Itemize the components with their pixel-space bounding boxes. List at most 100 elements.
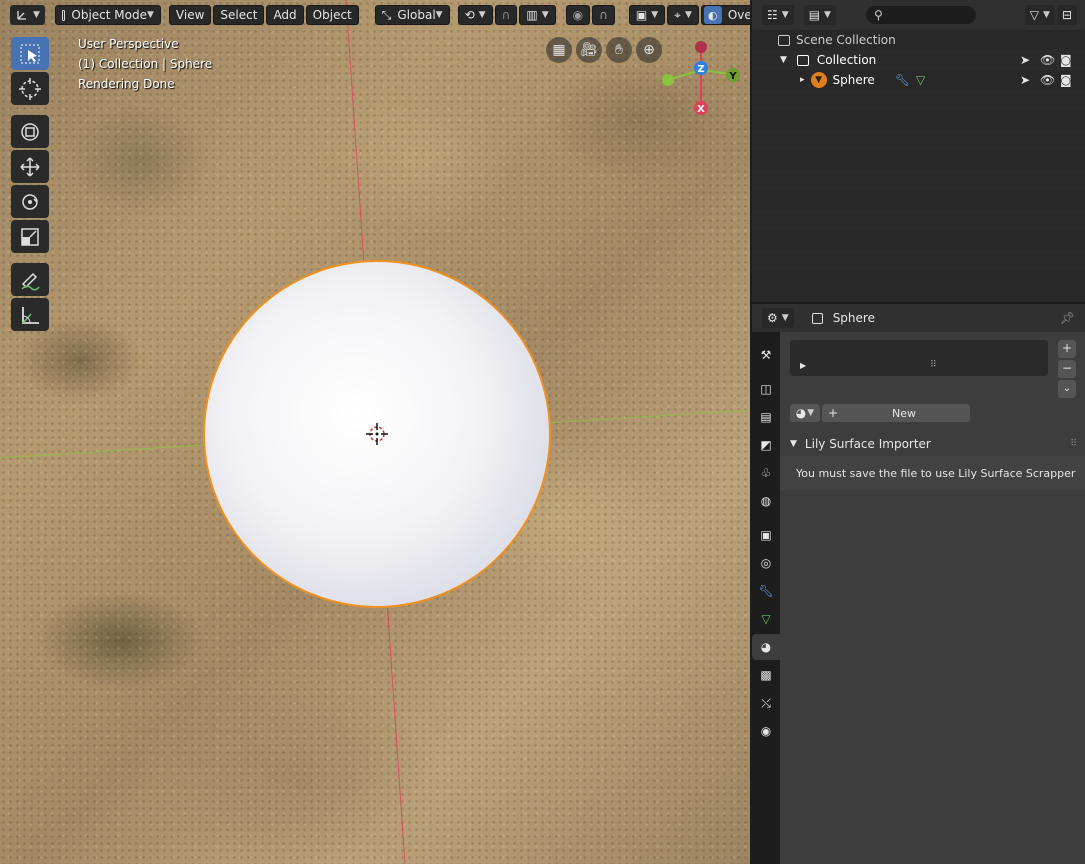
expand-arrow-icon[interactable]: ▼	[780, 55, 787, 65]
gizmo-y-label: Y	[728, 71, 737, 82]
mode-select[interactable]: Object Mode ▼	[54, 5, 161, 25]
mesh-data-icon[interactable]: ▽	[916, 73, 925, 87]
tab-output[interactable]: ▤	[752, 404, 780, 430]
visibility-eye-icon[interactable]: 👁︎	[1040, 73, 1055, 87]
3d-viewport[interactable]: User Perspective (1) Collection | Sphere…	[0, 0, 750, 864]
render-camera-icon[interactable]: ◙	[1060, 53, 1072, 67]
select-menu[interactable]: Select	[213, 5, 265, 25]
annotate-tool[interactable]	[11, 263, 49, 296]
select-box-icon	[20, 44, 40, 63]
move-icon	[20, 156, 40, 177]
object-menu[interactable]: Object	[305, 5, 359, 25]
select-toggle-icon[interactable]: ➤	[1020, 73, 1030, 87]
select-toggle-icon[interactable]: ➤	[1020, 53, 1030, 67]
tab-texture[interactable]: ▩	[752, 662, 780, 688]
snap-toggle[interactable]: ∩	[494, 5, 518, 25]
tab-physics[interactable]: ◎	[752, 550, 780, 576]
camera-view-button[interactable]: 🎥︎	[576, 37, 602, 63]
gizmo-neg-x-dot[interactable]	[695, 41, 707, 53]
properties-object-name: Sphere	[832, 311, 875, 325]
tab-view-layer[interactable]: ◩	[752, 432, 780, 458]
measure-tool[interactable]	[11, 298, 49, 331]
zoom-button[interactable]: ⊕	[636, 37, 662, 63]
lily-importer-panel-header[interactable]: ▼ Lily Surface Importer ⠿	[780, 432, 1085, 456]
material-icon: ◕	[760, 640, 772, 654]
transform-icon	[21, 122, 39, 141]
cursor-tool[interactable]	[11, 72, 49, 105]
proportional-edit-toggle[interactable]: ◉	[565, 5, 591, 25]
scale-tool[interactable]	[11, 220, 49, 253]
outliner-editor-type-button[interactable]: ☷ ▼	[762, 5, 794, 25]
properties-tabs: ⚒ ◫ ▤ ◩ ♧ ◍ ▣ ◎ 🔧︎ ▽ ◕ ▩ ⤯ ◉	[752, 332, 780, 864]
select-box-tool[interactable]	[11, 37, 49, 70]
tab-object[interactable]: ▣	[752, 522, 780, 548]
move-tool[interactable]	[11, 150, 49, 183]
sphere-row[interactable]: ▸ ▼ Sphere 🔧︎ ▽ ➤ 👁︎ ◙	[752, 70, 1085, 90]
view-menu[interactable]: View	[168, 5, 212, 25]
list-resize-handle-icon[interactable]: ⠿	[930, 360, 937, 370]
empty-row	[752, 270, 1085, 290]
drag-handle-icon[interactable]: ⠿	[1070, 439, 1077, 449]
visibility-eye-icon[interactable]: 👁︎	[1040, 53, 1055, 67]
falloff-button[interactable]: ∩	[592, 5, 615, 25]
transform-tool[interactable]	[11, 115, 49, 148]
add-slot-button[interactable]: +	[1058, 340, 1076, 358]
gizmo-neg-y-dot[interactable]	[662, 74, 674, 86]
remove-slot-button[interactable]: −	[1058, 360, 1076, 378]
panel-collapse-arrow-icon[interactable]: ▼	[790, 439, 797, 449]
scene-collection-row[interactable]: Scene Collection	[752, 30, 1085, 50]
pivot-point-button[interactable]: ⟲ ▼	[457, 5, 493, 25]
tab-tool[interactable]: ⚒	[752, 342, 780, 368]
rotate-tool[interactable]	[11, 185, 49, 218]
scene-collection-icon	[778, 34, 790, 46]
pin-icon[interactable]: 📌︎	[1060, 311, 1075, 325]
tab-visual-effects[interactable]: ◉	[752, 718, 780, 744]
printer-icon: ▤	[760, 410, 772, 424]
overlays-button[interactable]: ◐ Overlays▼	[700, 5, 750, 25]
material-properties: ▶ ⠿ + − ⌄ ◕ ▼ + New ▼ Lily Surface Import…	[780, 332, 1085, 864]
list-expand-arrow-icon[interactable]: ▶	[800, 361, 806, 370]
outliner-search[interactable]: ⚲	[865, 6, 976, 24]
object-types-visibility-button[interactable]: ▣ ▼	[628, 5, 666, 25]
expand-arrow-icon[interactable]: ▸	[800, 75, 805, 85]
empty-row	[752, 190, 1085, 210]
browse-material-button[interactable]: ◕ ▼	[790, 404, 820, 422]
empty-row	[752, 130, 1085, 150]
search-icon: ⚲	[873, 8, 883, 22]
display-mode-button[interactable]: ▤ ▼	[803, 5, 836, 25]
tab-scene[interactable]: ♧	[752, 460, 780, 486]
gizmo-x-label: X	[697, 104, 705, 115]
properties-editor-type-button[interactable]: ⚙ ▼	[762, 308, 794, 328]
new-material-button[interactable]: + New	[822, 404, 970, 422]
new-material-label: New	[892, 406, 917, 420]
modifier-wrench-icon[interactable]: 🔧︎	[895, 73, 910, 87]
properties-header: ⚙ ▼ Sphere 📌︎	[752, 304, 1085, 332]
gizmos-button[interactable]: ⌖ ▼	[667, 5, 699, 25]
tab-render[interactable]: ◫	[752, 376, 780, 402]
filter-icon: ▽	[1029, 8, 1040, 22]
navigation-gizmo[interactable]: Y Z X	[660, 40, 745, 120]
overlays-label: Overlays	[727, 8, 750, 22]
shader-fx-icon: ◉	[760, 724, 772, 738]
object-icon	[811, 312, 823, 324]
tab-object-data[interactable]: ▽	[752, 606, 780, 632]
material-slots-list[interactable]: ▶ ⠿	[790, 340, 1048, 376]
perspective-toggle[interactable]: ▦	[546, 37, 572, 63]
tab-material[interactable]: ◕	[752, 634, 780, 660]
snap-options-button[interactable]: ▥ ▼	[519, 5, 556, 25]
pivot-icon: ⟲	[464, 8, 475, 22]
tab-world[interactable]: ◍	[752, 488, 780, 514]
orientation-select[interactable]: ⤡ Global ▼	[374, 5, 450, 25]
editor-type-button[interactable]: ▼	[10, 5, 45, 25]
axes-icon	[17, 11, 26, 20]
add-menu[interactable]: Add	[266, 5, 304, 25]
new-collection-button[interactable]: ⊟	[1056, 5, 1077, 25]
slot-specials-button[interactable]: ⌄	[1058, 380, 1076, 398]
tab-constraints[interactable]: ⤯	[752, 690, 780, 716]
render-camera-icon[interactable]: ◙	[1060, 73, 1072, 87]
3d-cursor-icon[interactable]	[366, 423, 388, 445]
pan-button[interactable]: ✋︎	[606, 37, 632, 63]
tab-modifiers[interactable]: 🔧︎	[752, 578, 780, 604]
filter-button[interactable]: ▽ ▼	[1024, 5, 1055, 25]
collection-row[interactable]: ▼ Collection ➤ 👁︎ ◙	[752, 50, 1085, 70]
